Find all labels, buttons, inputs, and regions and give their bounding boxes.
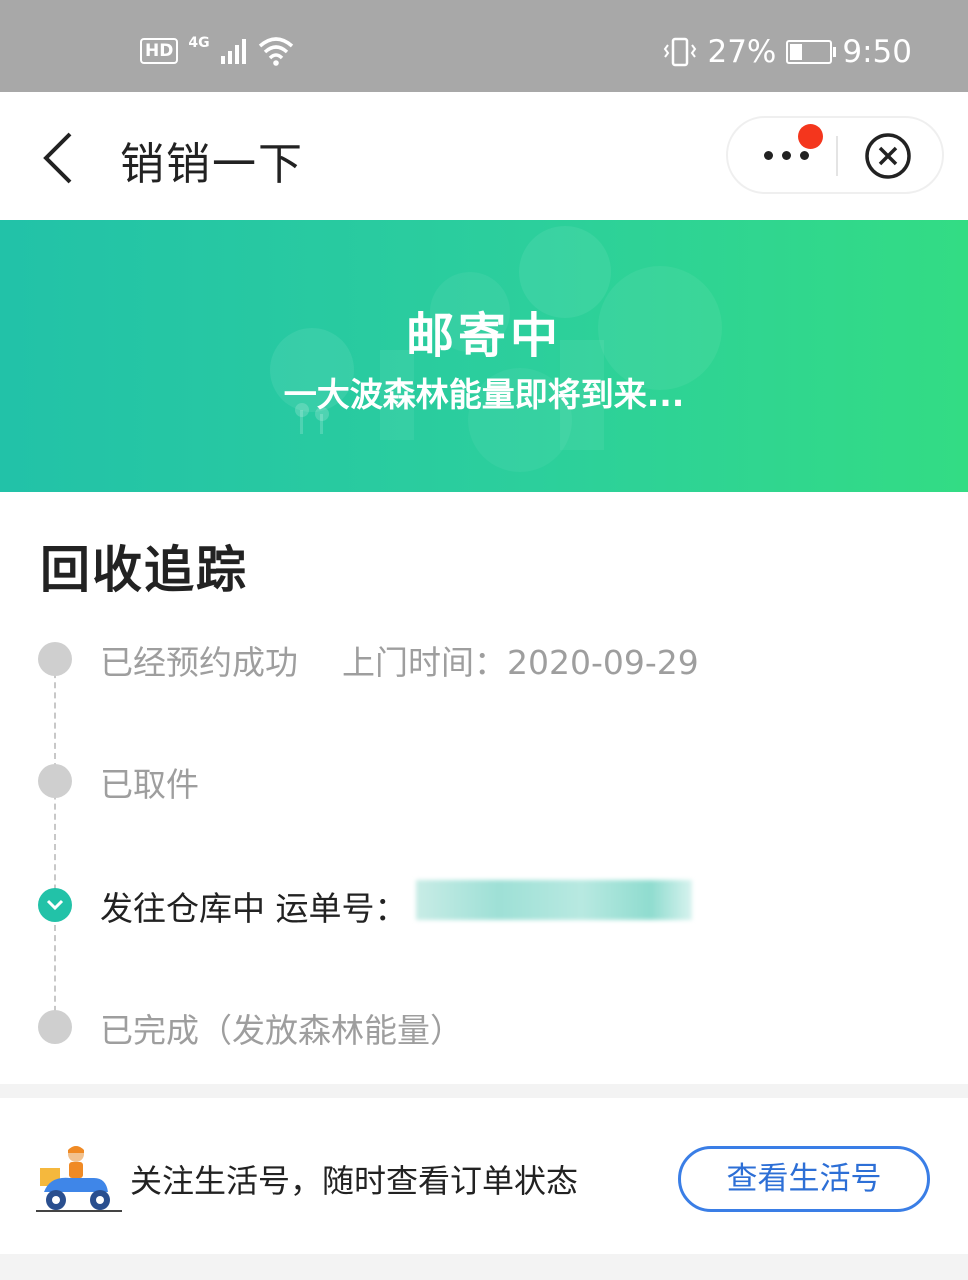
mini-program-capsule: [726, 116, 944, 194]
step-dot: [38, 764, 72, 798]
capsule-divider: [836, 136, 838, 176]
status-time: 9:50: [842, 34, 912, 70]
step-label: 已完成（发放森林能量）: [100, 1011, 463, 1050]
step-dot-active: [38, 888, 72, 922]
nav-bar: 销销一下: [0, 92, 968, 220]
banner-title: 邮寄中: [405, 308, 562, 364]
more-button[interactable]: [728, 118, 836, 192]
status-left-group: HD 4G: [140, 35, 294, 66]
step-label: 发往仓库中 运单号：: [100, 889, 408, 928]
hd-icon: HD: [140, 38, 179, 64]
page-title: 销销一下: [120, 139, 304, 190]
close-button[interactable]: [864, 132, 912, 180]
battery-charging-icon: [786, 40, 837, 64]
step-label: 已取件: [100, 765, 199, 804]
back-button[interactable]: [36, 130, 86, 186]
step-dot: [38, 1010, 72, 1044]
delivery-scooter-icon: [36, 1146, 122, 1212]
step-text: 已经预约成功 上门时间：2020-09-29: [100, 636, 699, 684]
notification-dot: [798, 124, 823, 149]
timeline-connector: [54, 662, 56, 1022]
close-circle-icon: [865, 133, 911, 179]
banner-subtitle: 一大波森林能量即将到来...: [283, 375, 685, 414]
check-chevron-icon: [46, 899, 64, 911]
more-dots-icon: [764, 151, 809, 160]
chevron-left-icon: [43, 132, 72, 184]
promo-text: 关注生活号，随时查看订单状态: [130, 1162, 579, 1200]
status-right-group: 27% 9:50: [663, 34, 912, 70]
bottom-spacer: [0, 1254, 968, 1280]
life-account-promo: 关注生活号，随时查看订单状态 查看生活号: [0, 1098, 968, 1254]
tracking-title: 回收追踪: [40, 541, 248, 599]
status-bar: HD 4G 27% 9:50: [0, 0, 968, 92]
step-visit-time: 上门时间：2020-09-29: [342, 643, 699, 682]
tracking-number-redacted[interactable]: [416, 880, 692, 920]
step-dot: [38, 642, 72, 676]
timeline-step: 已取件: [0, 752, 968, 812]
view-life-account-button[interactable]: 查看生活号: [678, 1146, 930, 1212]
timeline-step: 已经预约成功 上门时间：2020-09-29: [0, 630, 968, 690]
battery-percent: 27%: [707, 34, 777, 70]
timeline-step: 已完成（发放森林能量）: [0, 998, 968, 1058]
status-banner: 邮寄中 一大波森林能量即将到来...: [0, 220, 968, 492]
section-divider: [0, 1084, 968, 1098]
signal-icon: [220, 39, 246, 64]
vibrate-icon: [664, 37, 697, 67]
wifi-icon: [258, 37, 293, 66]
battery-level-fill: [790, 44, 802, 60]
tracking-card: 回收追踪 已经预约成功 上门时间：2020-09-29 已取件 发往仓库中 运单号…: [0, 492, 968, 1084]
step-label: 已经预约成功: [100, 643, 298, 682]
timeline-step-current: 发往仓库中 运单号：: [0, 876, 968, 936]
network-type-label: 4G: [188, 35, 210, 51]
